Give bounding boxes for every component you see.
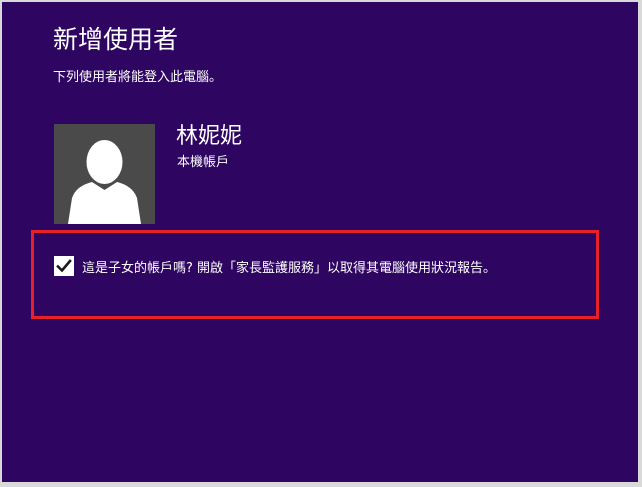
checkmark-icon bbox=[56, 259, 72, 273]
page-title: 新增使用者 bbox=[53, 25, 179, 54]
add-user-screen: 新增使用者 下列使用者將能登入此電腦。 林妮妮 本機帳戶 這是子女的帳戶嗎? 開… bbox=[2, 2, 638, 482]
account-type-label: 本機帳戶 bbox=[177, 155, 230, 170]
family-safety-option[interactable]: 這是子女的帳戶嗎? 開啟「家長監護服務」以取得其電腦使用狀況報告。 bbox=[54, 256, 496, 276]
user-avatar bbox=[54, 124, 155, 224]
family-safety-checkbox[interactable] bbox=[54, 256, 74, 276]
family-safety-label: 這是子女的帳戶嗎? 開啟「家長監護服務」以取得其電腦使用狀況報告。 bbox=[82, 260, 497, 276]
user-name: 林妮妮 bbox=[176, 124, 243, 149]
user-silhouette-icon bbox=[68, 140, 141, 224]
page-subtitle: 下列使用者將能登入此電腦。 bbox=[53, 70, 223, 85]
